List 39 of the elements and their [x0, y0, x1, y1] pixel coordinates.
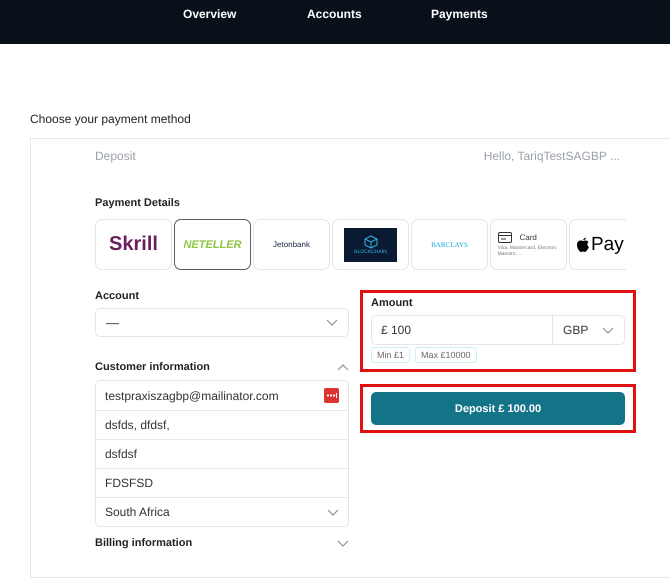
field-label: Account	[95, 290, 140, 302]
page-heading: Choose your payment method	[30, 112, 192, 126]
chevron-down-icon[interactable]	[327, 508, 339, 516]
chevron-down-icon[interactable]	[602, 326, 614, 334]
nav-link[interactable]: Overview	[183, 7, 307, 21]
logo-text: Skrill	[109, 233, 158, 256]
card-title: Deposit	[95, 149, 136, 163]
chevron-up-icon[interactable]	[337, 364, 349, 370]
account-select[interactable]: —	[95, 308, 349, 337]
limit-tag: Min £1	[371, 347, 410, 363]
input-field[interactable]: South Africa	[96, 497, 348, 526]
greeting-text: Hello, TariqTestSAGBP ...	[484, 149, 620, 163]
section-label: Customer information	[95, 361, 210, 373]
logo-text: Jetonbank	[273, 240, 310, 249]
section-label: Billing information	[95, 537, 192, 549]
password-manager-icon[interactable]	[324, 388, 339, 403]
input-field[interactable]: FDSFSD	[96, 468, 348, 497]
section-label: Payment Details	[95, 197, 181, 209]
currency-select[interactable]: GBP	[553, 316, 624, 344]
card-icon	[498, 232, 512, 242]
chevron-down-icon[interactable]	[337, 540, 349, 546]
card-label: Card	[520, 232, 537, 242]
payment-method-tile[interactable]: Skrill	[95, 219, 172, 270]
cube-icon	[362, 234, 378, 248]
nav-link[interactable]: Payments	[431, 7, 555, 21]
payment-method-tile[interactable]: Pay	[569, 219, 626, 270]
field-label: Amount	[371, 297, 414, 309]
input-field[interactable]: testpraxiszagbp@mailinator.com	[96, 381, 348, 410]
apple-icon	[576, 236, 590, 253]
limit-tag: Max £10000	[415, 347, 477, 363]
amount-field[interactable]: £ 100 GBP	[371, 315, 625, 345]
payment-method-tile[interactable]: Jetonbank	[253, 219, 330, 270]
logo-text: Pay	[591, 234, 624, 256]
input-field[interactable]: dsfdsf	[96, 439, 348, 468]
chevron-down-icon[interactable]	[326, 319, 338, 326]
logo-text: NETELLER	[183, 238, 242, 250]
deposit-button[interactable]: Deposit £ 100.00	[371, 392, 625, 425]
input-field[interactable]: dsfds, dfdsf,	[96, 410, 348, 439]
nav-link[interactable]: Accounts	[307, 7, 431, 21]
